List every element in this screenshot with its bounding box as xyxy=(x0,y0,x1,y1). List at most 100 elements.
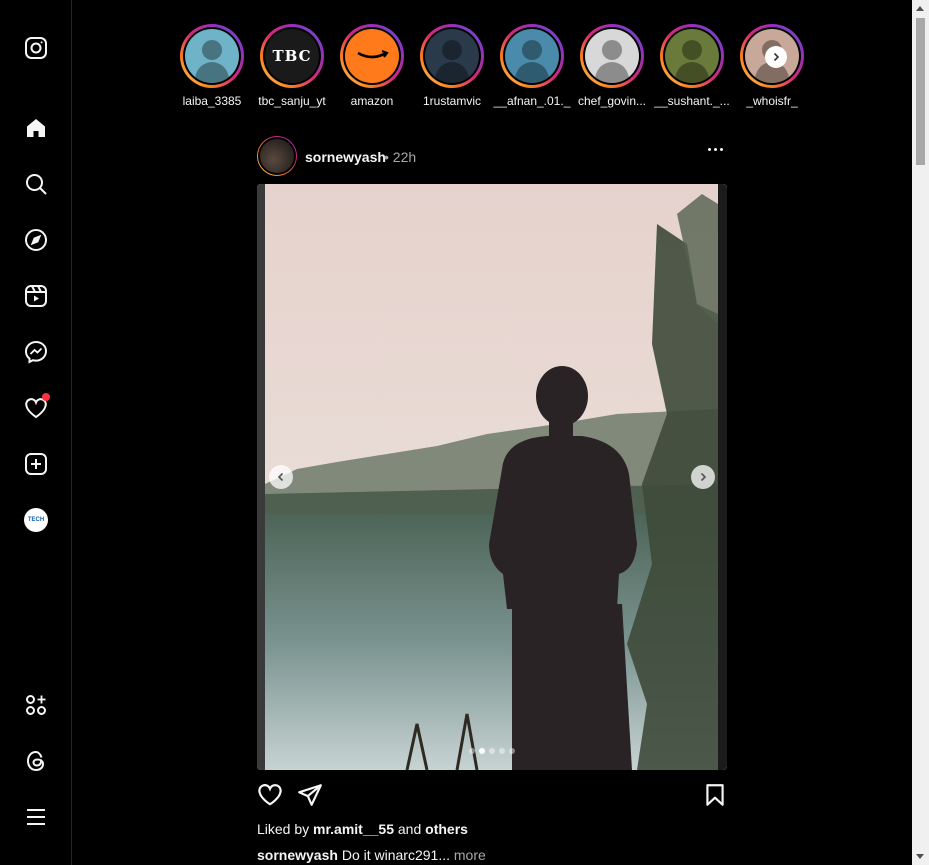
story-username: amazon xyxy=(350,94,394,108)
person-avatar-icon xyxy=(594,40,630,83)
more-dot xyxy=(720,148,723,151)
likes-user-link[interactable]: mr.amit__55 xyxy=(313,821,394,837)
page-scrollbar[interactable] xyxy=(912,0,929,865)
also-from-meta-icon[interactable] xyxy=(22,691,50,719)
instagram-logo-icon[interactable] xyxy=(22,34,50,62)
chevron-right-icon xyxy=(700,472,707,482)
story-username: tbc_sanju_yt xyxy=(258,94,326,108)
story-item[interactable]: chef_govin... xyxy=(578,24,646,108)
caption-more-link[interactable]: more xyxy=(454,847,486,863)
save-bookmark-icon[interactable] xyxy=(702,782,728,808)
reels-icon[interactable] xyxy=(22,282,50,310)
share-paper-plane-icon[interactable] xyxy=(297,782,323,808)
carousel-dot xyxy=(509,748,515,754)
story-username: chef_govin... xyxy=(577,94,647,108)
stories-tray: _whoisfr_ __sushant._... chef_govin... __af… xyxy=(180,24,806,114)
story-item[interactable]: TBC tbc_sanju_yt xyxy=(258,24,326,108)
story-ring xyxy=(580,24,644,88)
story-avatar xyxy=(585,29,639,83)
scroll-thumb[interactable] xyxy=(916,18,925,165)
profile-avatar[interactable]: TECH xyxy=(22,506,50,534)
likes-prefix: Liked by xyxy=(257,821,310,837)
explore-icon[interactable] xyxy=(22,226,50,254)
story-username: _whoisfr_ xyxy=(746,94,798,108)
chevron-right-icon xyxy=(773,52,780,62)
carousel-indicator xyxy=(469,748,515,754)
post-caption: sornewyash Do it winarc291... more xyxy=(257,847,486,863)
create-plus-icon[interactable] xyxy=(22,450,50,478)
profile-avatar-text: TECH xyxy=(27,517,45,523)
story-ring-gap: TBC xyxy=(263,27,321,85)
stories-next-button[interactable] xyxy=(765,46,787,68)
person-avatar-icon xyxy=(674,40,710,83)
post-author-avatar-image xyxy=(258,137,296,175)
story-ring xyxy=(420,24,484,88)
story-item[interactable]: amazon xyxy=(340,24,404,108)
story-ring-gap xyxy=(503,27,561,85)
story-avatar xyxy=(505,29,559,83)
post-author-username[interactable]: sornewyash xyxy=(305,149,386,165)
post-actions xyxy=(257,782,727,810)
chevron-left-icon xyxy=(277,472,284,482)
carousel-prev-button[interactable] xyxy=(269,465,293,489)
person-avatar-icon xyxy=(194,40,230,83)
likes-and: and xyxy=(397,821,422,837)
post-header: sornewyash • 22h xyxy=(257,136,727,176)
post-media[interactable] xyxy=(257,184,727,770)
story-ring-gap xyxy=(423,27,481,85)
timestamp-value: 22h xyxy=(392,149,417,165)
timestamp-separator: • xyxy=(384,149,389,165)
home-icon[interactable] xyxy=(22,114,50,142)
caption-text: Do it winarc291... xyxy=(341,847,450,863)
menu-icon[interactable] xyxy=(22,803,50,831)
carousel-dot xyxy=(469,748,475,754)
scroll-down-arrow-icon[interactable] xyxy=(916,854,924,859)
story-ring-gap xyxy=(663,27,721,85)
story-item[interactable]: 1rustamvic xyxy=(420,24,484,108)
story-username: __afnan_.01._ xyxy=(493,94,571,108)
story-item[interactable]: __sushant._... xyxy=(654,24,730,108)
story-avatar xyxy=(345,29,399,83)
post-photo xyxy=(257,184,727,770)
story-ring xyxy=(180,24,244,88)
story-item[interactable]: laiba_3385 xyxy=(180,24,244,108)
story-username: 1rustamvic xyxy=(422,94,481,108)
story-logo-text: TBC xyxy=(272,47,312,65)
story-ring: TBC xyxy=(260,24,324,88)
story-ring xyxy=(340,24,404,88)
sidebar-nav: TECH xyxy=(0,0,72,865)
post-likes: Liked by mr.amit__55 and others xyxy=(257,821,468,837)
story-avatar xyxy=(425,29,479,83)
person-avatar-icon xyxy=(514,40,550,83)
threads-icon[interactable] xyxy=(22,747,50,775)
notifications-heart-icon[interactable] xyxy=(22,393,50,422)
carousel-next-button[interactable] xyxy=(691,465,715,489)
person-avatar-icon xyxy=(434,40,470,83)
carousel-dot xyxy=(499,748,505,754)
profile-avatar-image: TECH xyxy=(24,508,48,532)
search-icon[interactable] xyxy=(22,170,50,198)
notification-dot xyxy=(42,393,50,401)
story-ring-gap xyxy=(343,27,401,85)
story-item[interactable]: __afnan_.01._ xyxy=(494,24,570,108)
story-ring-gap xyxy=(183,27,241,85)
caption-username[interactable]: sornewyash xyxy=(257,847,338,863)
story-avatar xyxy=(665,29,719,83)
story-username: laiba_3385 xyxy=(182,94,242,108)
instagram-home: TECH _whoisfr_ __sushant._... chef_govin..… xyxy=(0,0,929,865)
likes-others-link[interactable]: others xyxy=(425,821,468,837)
post-author-avatar[interactable] xyxy=(257,136,297,176)
carousel-dot xyxy=(479,748,485,754)
post-timestamp: • 22h xyxy=(384,149,416,165)
story-ring-gap xyxy=(583,27,641,85)
story-avatar xyxy=(185,29,239,83)
amazon-smile-icon xyxy=(357,49,389,59)
carousel-dot xyxy=(489,748,495,754)
scroll-up-arrow-icon[interactable] xyxy=(916,6,924,11)
like-heart-icon[interactable] xyxy=(257,782,283,808)
messenger-icon[interactable] xyxy=(22,338,50,366)
story-ring xyxy=(500,24,564,88)
post-more-options-button[interactable] xyxy=(708,148,723,151)
story-username: __sushant._... xyxy=(654,94,730,108)
story-avatar: TBC xyxy=(265,29,319,83)
